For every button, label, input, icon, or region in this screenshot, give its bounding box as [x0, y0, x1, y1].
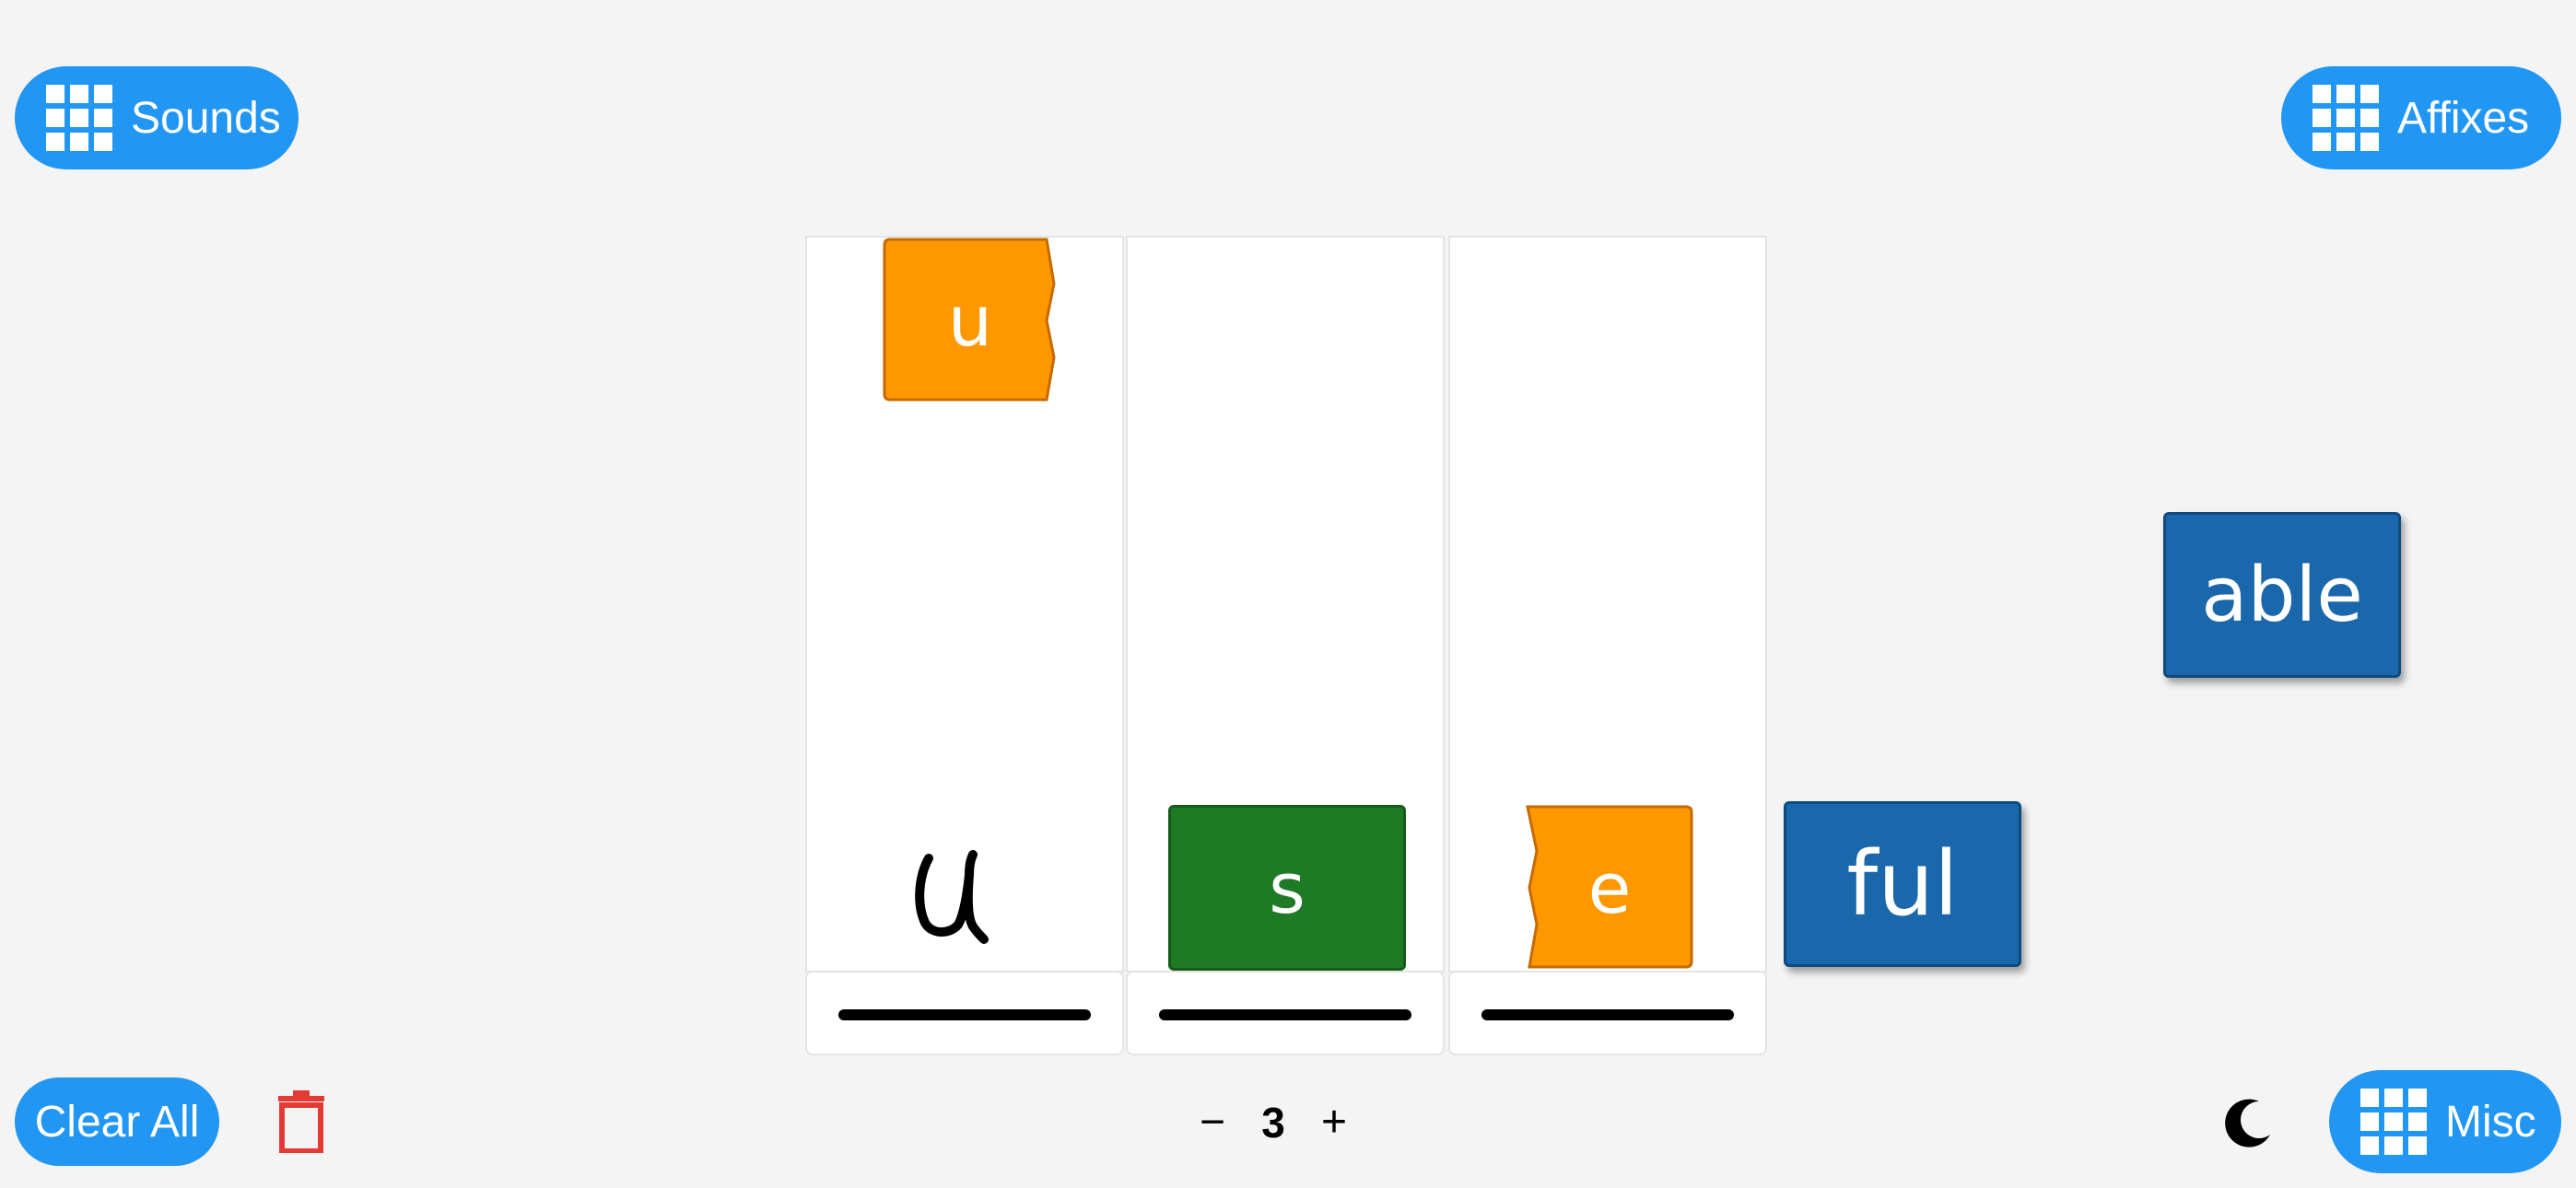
column-count-stepper: − 3 +: [1200, 1092, 1347, 1153]
moon-icon[interactable]: [2222, 1098, 2274, 1149]
tile-letter: s: [1269, 846, 1306, 929]
trash-icon[interactable]: [276, 1090, 326, 1153]
affix-tile-able[interactable]: able: [2163, 512, 2401, 678]
tile-text: ful: [1846, 833, 1959, 936]
misc-button-label: Misc: [2445, 1097, 2536, 1147]
grid-icon: [2313, 85, 2379, 151]
increment-button[interactable]: +: [1321, 1101, 1347, 1145]
misc-button[interactable]: Misc: [2329, 1070, 2561, 1173]
answer-slot-line: [1481, 1009, 1734, 1020]
decrement-button[interactable]: −: [1200, 1101, 1225, 1145]
answer-slot-1[interactable]: [805, 971, 1124, 1055]
answer-slot-line: [1159, 1009, 1411, 1020]
tile-letter: u: [947, 279, 993, 362]
affix-tile-ful[interactable]: ful: [1784, 801, 2021, 967]
column-count-value: 3: [1261, 1099, 1285, 1147]
clear-all-label: Clear All: [34, 1097, 200, 1147]
grid-icon: [46, 85, 112, 151]
affixes-button-label: Affixes: [2397, 93, 2530, 143]
handwriting-stroke: [915, 850, 989, 944]
sounds-button-label: Sounds: [131, 93, 281, 143]
answer-slot-2[interactable]: [1126, 971, 1445, 1055]
consonant-tile-s[interactable]: s: [1168, 805, 1406, 971]
vowel-tile-u[interactable]: u: [883, 238, 1058, 403]
answer-slot-3[interactable]: [1448, 971, 1767, 1055]
grid-icon: [2360, 1089, 2427, 1155]
tile-letter: e: [1587, 846, 1632, 929]
vowel-tile-e[interactable]: e: [1526, 805, 1693, 971]
tile-text: able: [2201, 551, 2363, 639]
affixes-button[interactable]: Affixes: [2281, 66, 2561, 169]
sounds-button[interactable]: Sounds: [15, 66, 299, 169]
clear-all-button[interactable]: Clear All: [15, 1077, 219, 1166]
answer-slot-line: [838, 1009, 1091, 1020]
